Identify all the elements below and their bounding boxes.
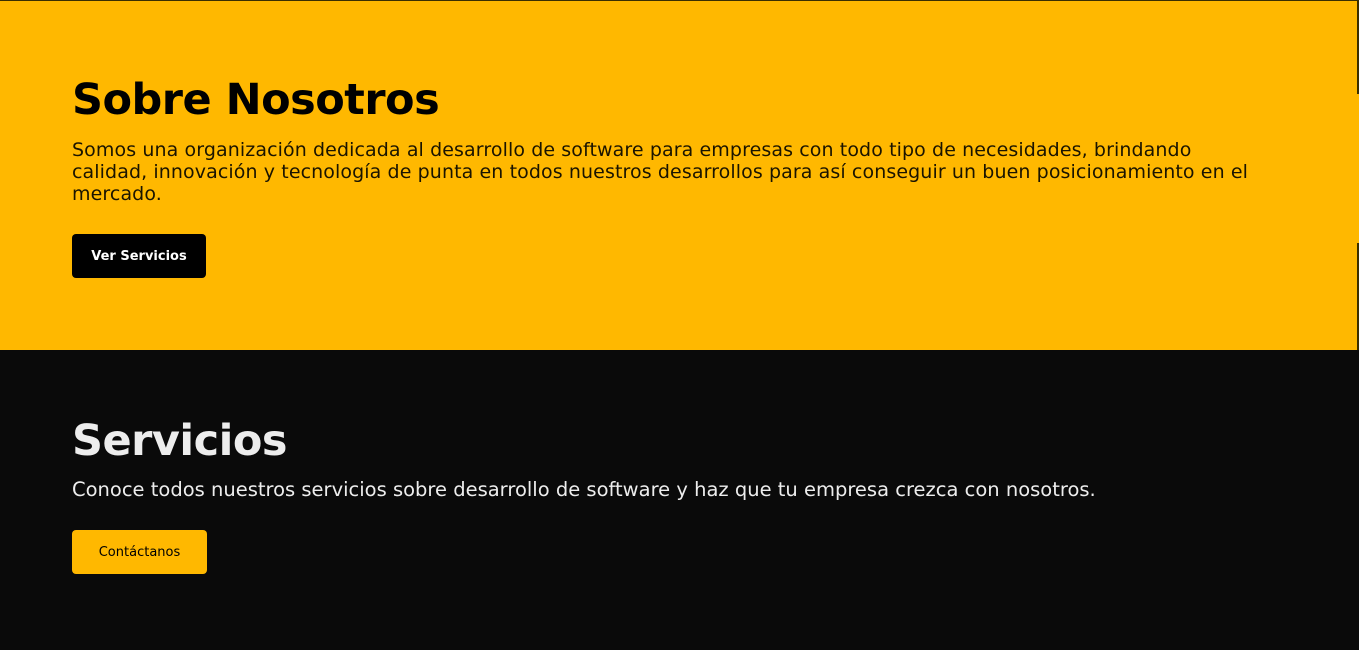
page: Sobre Nosotros Somos una organización de…: [0, 0, 1359, 650]
view-services-button[interactable]: Ver Servicios: [72, 234, 206, 278]
services-section: Servicios Conoce todos nuestros servicio…: [0, 350, 1359, 650]
about-title: Sobre Nosotros: [72, 75, 440, 125]
services-description: Conoce todos nuestros servicios sobre de…: [72, 478, 1096, 501]
about-description: Somos una organización dedicada al desar…: [72, 139, 1249, 205]
contact-button[interactable]: Contáctanos: [72, 530, 207, 574]
services-title: Servicios: [72, 416, 287, 466]
about-section: Sobre Nosotros Somos una organización de…: [0, 0, 1359, 351]
